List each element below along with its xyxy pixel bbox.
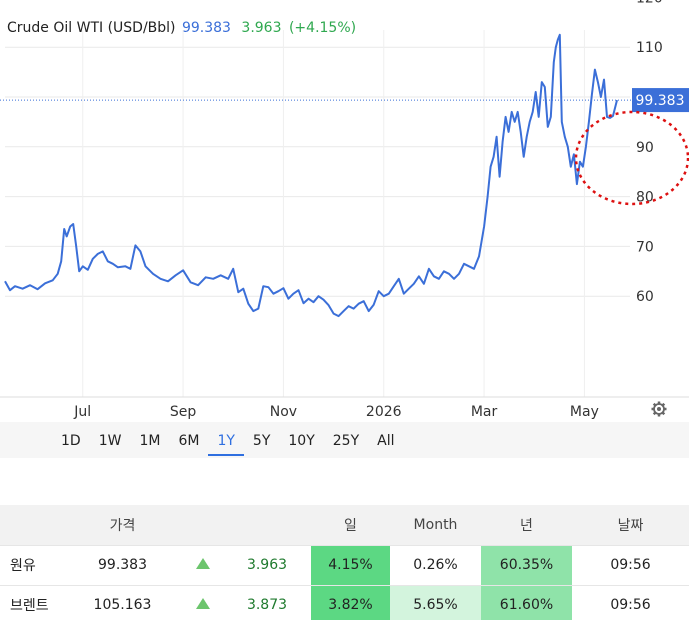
row-month: 0.26%: [390, 544, 481, 585]
y-tick-label: 80: [636, 190, 654, 206]
row-price: 105.163: [62, 584, 183, 620]
x-tick-label: Jul: [73, 404, 91, 420]
table-row[interactable]: 브렌트 105.163 3.873 3.82% 5.65% 61.60% 09:…: [0, 584, 689, 620]
x-tick-label: Mar: [471, 404, 498, 420]
range-button-1m[interactable]: 1M: [130, 422, 169, 456]
col-header-month: Month: [390, 505, 481, 545]
x-tick-label: Sep: [170, 404, 197, 420]
range-button-10y[interactable]: 10Y: [279, 422, 323, 456]
row-arrow: [183, 544, 223, 585]
row-name[interactable]: 브렌트: [0, 584, 62, 620]
triangle-up-icon: [196, 558, 210, 569]
row-date: 09:56: [572, 544, 689, 585]
y-tick-label: 90: [636, 140, 654, 156]
range-button-5y[interactable]: 5Y: [244, 422, 279, 456]
range-button-1d[interactable]: 1D: [52, 422, 90, 456]
row-day: 3.82%: [311, 584, 390, 620]
row-change: 3.963: [223, 544, 311, 585]
range-button-25y[interactable]: 25Y: [324, 422, 368, 456]
row-name[interactable]: 원유: [0, 544, 62, 585]
triangle-up-icon: [196, 598, 210, 610]
row-date: 09:56: [572, 584, 689, 620]
y-tick-label: 120: [636, 0, 663, 6]
table-header-row: 가격 일 Month 년 날짜: [0, 505, 689, 545]
col-header-day: 일: [311, 505, 390, 545]
price-chart[interactable]: 60 70 80 90 110 120 Jul Sep Nov 2026 Mar May 99.383: [0, 0, 689, 422]
table-row[interactable]: 원유 99.383 3.963 4.15% 0.26% 60.35% 09:56: [0, 544, 689, 585]
row-month: 5.65%: [390, 584, 481, 620]
quotes-table: 가격 일 Month 년 날짜 원유 99.383 3.963 4.15% 0.…: [0, 505, 689, 620]
y-tick-label: 70: [636, 239, 654, 255]
x-tick-label: May: [570, 404, 599, 420]
highlight-circle: [574, 110, 689, 206]
col-header-change: [223, 505, 311, 545]
row-year: 61.60%: [481, 584, 572, 620]
row-price: 99.383: [62, 544, 183, 585]
y-tick-label: 110: [636, 40, 663, 56]
range-button-6m[interactable]: 6M: [169, 422, 208, 456]
range-button-1y[interactable]: 1Y: [208, 422, 244, 456]
price-series-line[interactable]: [4, 33, 618, 318]
range-button-1w[interactable]: 1W: [90, 422, 131, 456]
row-arrow: [183, 584, 223, 620]
col-header-date: 날짜: [572, 505, 689, 545]
range-button-all[interactable]: All: [368, 422, 403, 456]
current-price-label: 99.383: [636, 93, 685, 109]
x-tick-label: 2026: [366, 404, 402, 420]
row-year: 60.35%: [481, 544, 572, 585]
col-header-year: 년: [481, 505, 572, 545]
col-header-arrow: [183, 505, 223, 545]
time-range-selector: 1D 1W 1M 6M 1Y 5Y 10Y 25Y All: [52, 422, 403, 458]
x-tick-label: Nov: [270, 404, 297, 420]
row-day: 4.15%: [311, 544, 390, 585]
y-tick-label: 60: [636, 289, 654, 305]
col-header-price: 가격: [62, 505, 183, 545]
col-header-name: [0, 505, 62, 545]
row-change: 3.873: [223, 584, 311, 620]
gear-icon[interactable]: [651, 401, 667, 417]
